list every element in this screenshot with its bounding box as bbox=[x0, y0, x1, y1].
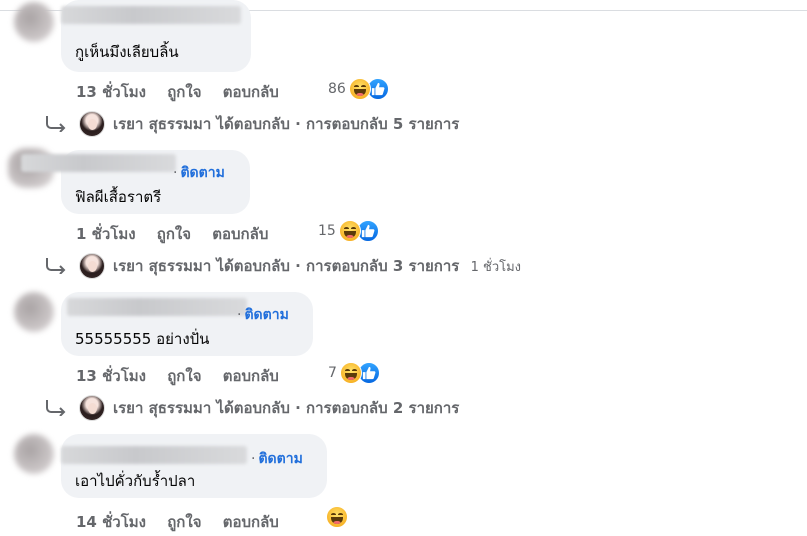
reaction-count: 86 bbox=[328, 81, 346, 97]
replier-name: เรยา สุธรรมมา bbox=[113, 115, 212, 133]
haha-icon bbox=[326, 506, 348, 528]
comment-time[interactable]: 14 ชั่วโมง bbox=[76, 513, 146, 531]
comment-bubble: กูเห็นมึงเลียบลิ้น bbox=[61, 0, 251, 72]
comment-bubble: · ติดตาม ฟิลผีเสื้อราตรี bbox=[21, 150, 250, 214]
view-replies-link[interactable]: เรยา สุธรรมมา ได้ตอบกลับ · การตอบกลับ 3 … bbox=[45, 253, 521, 279]
reply-count: การตอบกลับ 3 รายการ bbox=[306, 257, 460, 275]
commenter-name[interactable] bbox=[61, 446, 247, 464]
comment-time[interactable]: 13 ชั่วโมง bbox=[76, 367, 146, 385]
reply-arrow-icon bbox=[46, 400, 66, 416]
comment-time[interactable]: 1 ชั่วโมง bbox=[76, 225, 136, 243]
reply-button[interactable]: ตอบกลับ bbox=[223, 83, 279, 101]
replier-name: เรยา สุธรรมมา bbox=[113, 257, 212, 275]
reply-count: การตอบกลับ 2 รายการ bbox=[306, 399, 460, 417]
reaction-count: 7 bbox=[328, 365, 337, 381]
view-replies-link[interactable]: เรยา สุธรรมมา ได้ตอบกลับ · การตอบกลับ 5 … bbox=[45, 111, 459, 137]
commenter-name[interactable] bbox=[67, 298, 247, 316]
replier-avatar bbox=[79, 253, 105, 279]
comment-text: ฟิลผีเสื้อราตรี bbox=[75, 188, 162, 206]
reply-arrow-icon bbox=[46, 258, 66, 274]
separator-dot: · bbox=[295, 399, 301, 417]
comment-actions: 13 ชั่วโมง ถูกใจ ตอบกลับ bbox=[76, 364, 279, 388]
reaction-summary[interactable]: 15 bbox=[318, 220, 379, 242]
follow-label[interactable]: ติดตาม bbox=[180, 165, 224, 181]
comment-bubble: · ติดตาม เอาไปคั่วกับร้ำปลา bbox=[61, 434, 327, 498]
follow-button[interactable]: · ติดตาม bbox=[251, 448, 303, 470]
reply-action: ได้ตอบกลับ bbox=[216, 257, 290, 275]
comment-text: กูเห็นมึงเลียบลิ้น bbox=[75, 43, 179, 61]
follow-label[interactable]: ติดตาม bbox=[258, 451, 302, 467]
reply-button[interactable]: ตอบกลับ bbox=[223, 513, 279, 531]
like-button[interactable]: ถูกใจ bbox=[157, 225, 191, 243]
haha-icon bbox=[339, 362, 362, 384]
reaction-count: 15 bbox=[318, 223, 336, 239]
reply-count: การตอบกลับ 5 รายการ bbox=[306, 115, 460, 133]
follow-label[interactable]: ติดตาม bbox=[244, 307, 288, 323]
replier-name: เรยา สุธรรมมา bbox=[113, 399, 212, 417]
reply-action: ได้ตอบกลับ bbox=[216, 115, 290, 133]
comment-text: 55555555 อย่างปั่น bbox=[75, 330, 210, 348]
commenter-avatar[interactable] bbox=[14, 434, 54, 474]
replier-avatar bbox=[79, 395, 105, 421]
separator-dot: · bbox=[295, 115, 301, 133]
comment-actions: 1 ชั่วโมง ถูกใจ ตอบกลับ bbox=[76, 222, 268, 246]
separator-dot: · bbox=[295, 257, 301, 275]
reaction-summary[interactable] bbox=[326, 506, 348, 528]
comment-actions: 13 ชั่วโมง ถูกใจ ตอบกลับ bbox=[76, 80, 279, 104]
comment-time[interactable]: 13 ชั่วโมง bbox=[76, 83, 146, 101]
view-replies-link[interactable]: เรยา สุธรรมมา ได้ตอบกลับ · การตอบกลับ 2 … bbox=[45, 395, 459, 421]
like-button[interactable]: ถูกใจ bbox=[167, 513, 201, 531]
reply-button[interactable]: ตอบกลับ bbox=[212, 225, 268, 243]
comment-actions: 14 ชั่วโมง ถูกใจ ตอบกลับ bbox=[76, 510, 279, 534]
follow-button[interactable]: · ติดตาม bbox=[173, 162, 225, 184]
commenter-name[interactable] bbox=[61, 6, 241, 24]
commenter-avatar[interactable] bbox=[14, 292, 54, 332]
reply-time: 1 ชั่วโมง bbox=[470, 260, 522, 275]
follow-button[interactable]: · ติดตาม bbox=[237, 304, 289, 326]
reaction-summary[interactable]: 7 bbox=[328, 362, 380, 384]
like-button[interactable]: ถูกใจ bbox=[167, 83, 201, 101]
commenter-avatar[interactable] bbox=[14, 2, 54, 42]
comment-text: เอาไปคั่วกับร้ำปลา bbox=[75, 472, 196, 490]
haha-icon bbox=[338, 220, 361, 242]
reaction-summary[interactable]: 86 bbox=[328, 78, 389, 100]
reply-arrow-icon bbox=[46, 116, 66, 132]
reply-action: ได้ตอบกลับ bbox=[216, 399, 290, 417]
reply-button[interactable]: ตอบกลับ bbox=[223, 367, 279, 385]
commenter-name[interactable] bbox=[21, 154, 176, 172]
comment-bubble: · ติดตาม 55555555 อย่างปั่น bbox=[61, 292, 313, 356]
replier-avatar bbox=[79, 111, 105, 137]
haha-icon bbox=[348, 78, 371, 100]
like-button[interactable]: ถูกใจ bbox=[167, 367, 201, 385]
